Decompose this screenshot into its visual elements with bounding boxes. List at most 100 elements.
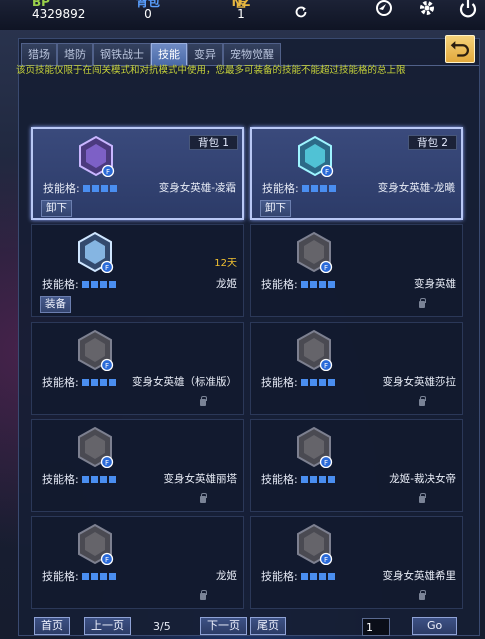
slot-square [99, 475, 107, 483]
page-number-input[interactable] [362, 618, 390, 636]
female-hero-sarah-icon: F [297, 329, 333, 371]
lock-icon [200, 590, 207, 600]
skill-slots: 技能格: [42, 471, 116, 487]
svg-text:F: F [105, 362, 109, 370]
dragon-princess-icon: F [78, 231, 114, 273]
nz-value: 1 [237, 7, 245, 21]
prev-page-button[interactable]: 上一页 [84, 617, 131, 635]
slot-label: 技能格: [262, 182, 299, 195]
svg-text:F: F [324, 459, 328, 467]
slot-square [100, 184, 108, 192]
unequip-button[interactable]: 卸下 [260, 200, 291, 217]
svg-text:F: F [105, 264, 109, 272]
skill-slots: 技能格: [43, 180, 117, 196]
svg-text:F: F [324, 362, 328, 370]
slot-square [91, 184, 99, 192]
slot-square [310, 184, 318, 192]
skill-name: 变身女英雄-龙曦 [377, 182, 455, 194]
next-page-button[interactable]: 下一页 [200, 617, 247, 635]
skill-card[interactable]: F 背包 1 技能格: 变身女英雄-凌霜 卸下 [31, 127, 244, 220]
skill-name: 变身女英雄莎拉 [382, 376, 457, 388]
female-hero-standard-icon: F [78, 329, 114, 371]
slot-label: 技能格: [42, 473, 79, 486]
slot-square [81, 475, 89, 483]
slot-square [309, 378, 317, 386]
slot-square [90, 378, 98, 386]
slot-square [99, 572, 107, 580]
skill-card[interactable]: F 12天技能格: 龙姬装备 [31, 224, 244, 317]
slot-square [99, 280, 107, 288]
slot-square [82, 184, 90, 192]
lock-icon [419, 396, 426, 406]
skill-name: 龙姬 [216, 278, 237, 290]
slot-square [327, 378, 335, 386]
skill-slots: 技能格: [261, 276, 335, 292]
power-icon[interactable] [457, 0, 479, 20]
lock-icon [419, 298, 426, 308]
equip-button[interactable]: 装备 [40, 296, 71, 313]
lock-icon [200, 493, 207, 503]
female-hero-cyan-icon: F [298, 135, 334, 177]
skill-card[interactable]: F 技能格: 变身女英雄莎拉 [250, 322, 463, 415]
skill-slots: 技能格: [262, 180, 336, 196]
skill-card[interactable]: F 技能格: 龙姬 [31, 516, 244, 609]
skill-name: 变身女英雄（标准版） [132, 376, 237, 388]
skill-card[interactable]: F 技能格: 变身英雄 [250, 224, 463, 317]
slot-square [108, 572, 116, 580]
slot-square [327, 572, 335, 580]
go-button[interactable]: Go [412, 617, 458, 635]
skill-card[interactable]: F 技能格: 变身女英雄丽塔 [31, 419, 244, 512]
skill-name: 变身英雄 [414, 278, 456, 290]
slot-label: 技能格: [42, 376, 79, 389]
skill-slots: 技能格: [261, 568, 335, 584]
top-status-bar: BP 4329892 背包 0 NZ点 1 [0, 0, 485, 30]
first-page-button[interactable]: 首页 [34, 617, 70, 635]
slot-label: 技能格: [261, 473, 298, 486]
slot-square [90, 572, 98, 580]
female-hero-rita-icon: F [78, 426, 114, 468]
refresh-icon[interactable] [293, 4, 309, 20]
gear-icon[interactable] [416, 0, 438, 20]
slot-square [300, 378, 308, 386]
slot-square [318, 572, 326, 580]
slot-square [327, 280, 335, 288]
back-button[interactable] [445, 35, 475, 63]
slot-square [309, 280, 317, 288]
slot-square [328, 184, 336, 192]
svg-text:F: F [105, 556, 109, 564]
last-page-button[interactable]: 尾页 [250, 617, 286, 635]
skill-slots: 技能格: [42, 276, 116, 292]
skill-card[interactable]: F 技能格: 龙姬-裁决女帝 [250, 419, 463, 512]
expiry-timer: 12天 [214, 258, 237, 269]
pager: 首页 上一页 3/5 下一页 尾页 Go [18, 612, 480, 639]
slot-square [319, 184, 327, 192]
slot-square [300, 280, 308, 288]
slot-square [108, 280, 116, 288]
slot-square [318, 280, 326, 288]
back-arrow-icon [450, 41, 469, 57]
slot-square [309, 475, 317, 483]
slot-label: 技能格: [261, 278, 298, 291]
skill-card[interactable]: F 背包 2 技能格: 变身女英雄-龙曦 卸下 [250, 127, 463, 220]
speed-icon[interactable] [373, 0, 395, 20]
slot-square [301, 184, 309, 192]
female-hero-ciri-icon: F [297, 523, 333, 565]
slot-square [327, 475, 335, 483]
skill-name: 变身女英雄丽塔 [163, 473, 238, 485]
slot-square [108, 378, 116, 386]
unequip-button[interactable]: 卸下 [41, 200, 72, 217]
skill-name: 龙姬-裁决女帝 [389, 473, 456, 485]
slot-square [81, 280, 89, 288]
skill-card[interactable]: F 技能格: 变身女英雄希里 [250, 516, 463, 609]
svg-text:F: F [105, 459, 109, 467]
slot-label: 技能格: [43, 182, 80, 195]
slot-square [108, 475, 116, 483]
bp-value: 4329892 [32, 7, 86, 21]
svg-text:F: F [325, 168, 329, 176]
bag-stat: 背包 0 [130, 0, 166, 20]
skill-card[interactable]: F 技能格: 变身女英雄（标准版） [31, 322, 244, 415]
svg-text:F: F [324, 556, 328, 564]
svg-text:F: F [324, 264, 328, 272]
nz-stat: NZ点 1 [226, 0, 256, 20]
slot-square [300, 572, 308, 580]
